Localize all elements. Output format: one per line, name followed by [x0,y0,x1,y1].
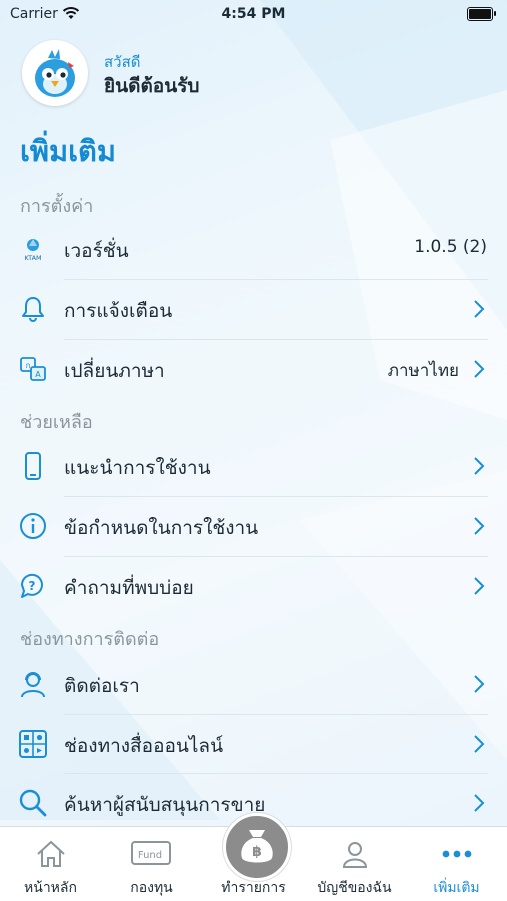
status-time: 4:54 PM [221,6,286,22]
tab-account-label: บัญชีของฉัน [317,880,392,896]
guide-label: แนะนำการใช้งาน [64,457,211,479]
fund-card-icon: Fund [130,841,171,865]
transact-center-button[interactable]: ฿ [223,813,291,881]
money-bag-icon: ฿ [241,830,273,863]
bird-mascot-icon [35,49,75,97]
section-header-contact: ช่องทางการติดต่อ [20,629,160,650]
notifications-row[interactable]: การแจ้งเตือน [0,280,507,338]
terms-label: ข้อกำหนดในการใช้งาน [64,517,259,539]
contact-us-label: ติดต่อเรา [64,675,140,697]
phone-icon [25,452,41,480]
version-row: KTAM เวอร์ชั่น 1.0.5 (2) [0,220,507,278]
language-value: ภาษาไทย [387,361,459,381]
bell-icon [22,297,44,322]
welcome-label: ยินดีต้อนรับ [104,75,200,97]
page-title: เพิ่มเติม [20,134,117,168]
online-channels-row[interactable]: ช่องทางสื่อออนไลน์ [0,715,507,773]
language-row[interactable]: ก A เปลี่ยนภาษา ภาษาไทย [0,340,507,398]
online-channels-label: ช่องทางสื่อออนไลน์ [64,735,224,757]
guide-row[interactable]: แนะนำการใช้งาน [0,437,507,495]
tab-account[interactable]: บัญชีของฉัน [304,827,405,901]
faq-row[interactable]: ? คำถามที่พบบ่อย [0,557,507,615]
svg-text:KTAM: KTAM [24,254,41,262]
support-agent-icon [21,672,45,698]
social-grid-icon [19,730,47,758]
tab-fund[interactable]: Fund กองทุน [101,827,202,901]
ktam-logo-icon: KTAM [24,239,42,262]
tab-fund-label: กองทุน [130,880,173,896]
question-bubble-icon: ? [20,573,43,598]
chevron-right-icon [474,675,485,693]
home-icon [36,840,65,867]
avatar[interactable] [22,40,88,106]
svg-text:฿: ฿ [252,844,262,860]
section-header-settings: การตั้งค่า [20,196,94,217]
section-header-help: ช่วยเหลือ [20,412,93,433]
version-label: เวอร์ชั่น [64,240,129,262]
chevron-right-icon [474,577,485,595]
chevron-right-icon [474,794,485,812]
notifications-label: การแจ้งเตือน [64,300,173,322]
battery-icon [467,7,496,21]
chevron-right-icon [474,735,485,753]
svg-text:Fund: Fund [137,850,161,861]
language-label: เปลี่ยนภาษา [64,360,165,382]
contact-us-row[interactable]: ติดต่อเรา [0,655,507,713]
tab-more[interactable]: เพิ่มเติม [406,827,507,901]
tab-home-label: หน้าหลัก [24,880,77,896]
tab-more-label: เพิ่มเติม [433,880,480,896]
chevron-right-icon [474,300,485,318]
tab-home[interactable]: หน้าหลัก [0,827,101,901]
svg-text:ก: ก [26,361,31,370]
chevron-right-icon [474,457,485,475]
version-value: 1.0.5 (2) [414,237,487,257]
info-icon [20,513,46,539]
translate-icon: ก A [20,357,46,381]
faq-label: คำถามที่พบบ่อย [64,577,194,599]
chevron-right-icon [474,360,485,378]
user-icon [342,842,367,868]
search-icon [19,789,47,817]
svg-text:?: ? [29,579,36,593]
status-bar: Carrier 4:54 PM [0,0,507,28]
terms-row[interactable]: ข้อกำหนดในการใช้งาน [0,497,507,555]
chevron-right-icon [474,517,485,535]
more-dots-icon [442,850,471,858]
svg-text:A: A [35,370,41,379]
